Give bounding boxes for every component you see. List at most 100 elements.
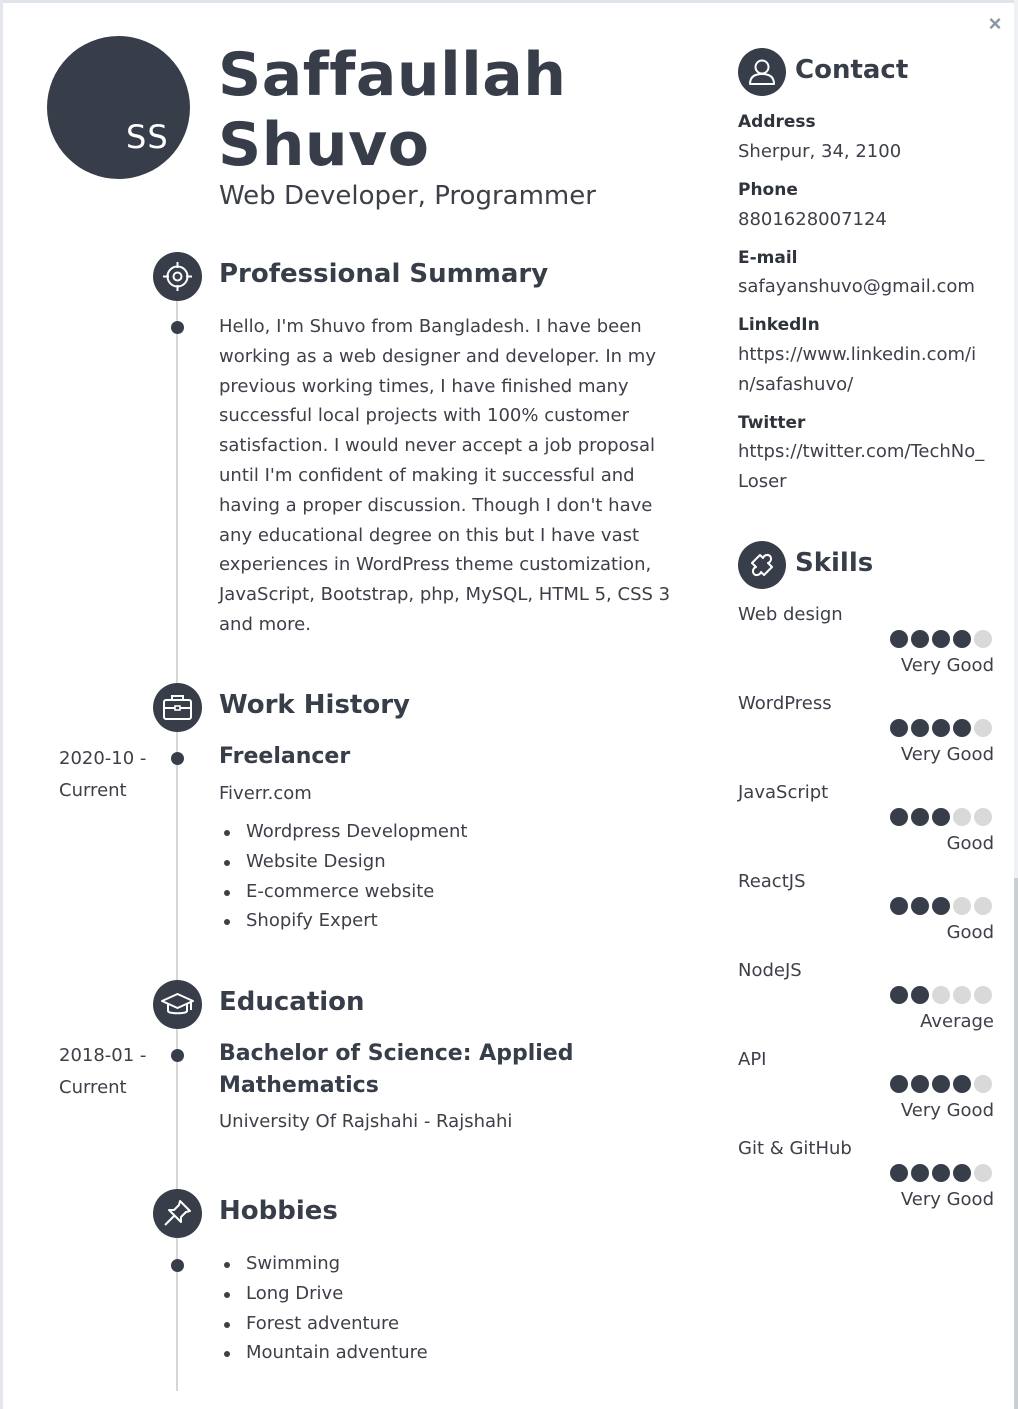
address-label: Address [738,112,816,132]
skill-rating [890,808,992,826]
rating-dot-filled [932,719,950,737]
rating-dot-empty [974,630,992,648]
rating-dot-filled [911,719,929,737]
skill-name: WordPress [738,693,832,714]
skill-item: Web design Very Good [738,604,994,684]
rating-dot-empty [953,808,971,826]
list-item: Wordpress Development [220,817,467,847]
rating-dot-filled [953,1075,971,1093]
timeline-dot [171,1259,184,1272]
skill-item: ReactJS Good [738,871,994,951]
timeline-dot [171,1049,184,1062]
rating-dot-filled [890,1075,908,1093]
resume-modal: × SS Saffaullah Shuvo Web Developer, Pro… [0,0,1018,1409]
graduation-cap-icon [153,980,202,1029]
skill-level: Very Good [900,1189,994,1210]
avatar-initials: SS [126,118,169,156]
list-item: Shopify Expert [220,906,467,936]
avatar [47,36,190,179]
rating-dot-filled [932,630,950,648]
section-title-contact: Contact [795,55,909,85]
skill-level: Very Good [900,744,994,765]
work-bullet-list: Wordpress Development Website Design E-c… [220,817,467,936]
skill-level: Very Good [900,1100,994,1121]
rating-dot-filled [911,1164,929,1182]
section-title-work: Work History [219,690,410,720]
rating-dot-empty [974,1164,992,1182]
twitter-value: https://twitter.com/TechNo_Loser [738,441,985,492]
work-company: Fiverr.com [219,783,312,804]
twitter-label: Twitter [738,413,806,433]
list-item: Mountain adventure [220,1338,428,1368]
rating-dot-empty [974,719,992,737]
address-value: Sherpur, 34, 2100 [738,141,902,162]
rating-dot-filled [932,1075,950,1093]
email-label: E-mail [738,248,798,268]
education-degree-line1: Bachelor of Science: Applied [219,1041,574,1066]
section-title-education: Education [219,987,365,1017]
user-icon [738,48,786,96]
rating-dot-empty [974,986,992,1004]
pushpin-icon [153,1189,202,1238]
rating-dot-empty [974,808,992,826]
skill-level: Good [946,922,994,943]
rating-dot-filled [890,630,908,648]
skill-level: Good [946,833,994,854]
skill-rating [890,630,992,648]
rating-dot-empty [974,1075,992,1093]
education-date-start: 2018-01 - [59,1045,147,1066]
skill-level: Very Good [900,655,994,676]
rating-dot-filled [932,808,950,826]
list-item: Swimming [220,1249,428,1279]
rating-dot-empty [932,986,950,1004]
rating-dot-filled [932,1164,950,1182]
job-title: Web Developer, Programmer [219,181,596,211]
target-icon [153,252,202,301]
skill-item: API Very Good [738,1049,994,1129]
list-item: Forest adventure [220,1309,428,1339]
rating-dot-filled [890,897,908,915]
rating-dot-filled [911,986,929,1004]
education-date-end: Current [59,1077,127,1098]
skill-rating [890,1075,992,1093]
close-icon[interactable]: × [984,12,1006,36]
rating-dot-filled [890,1164,908,1182]
list-item: Website Design [220,847,467,877]
education-degree-line2: Mathematics [219,1073,379,1098]
skill-name: ReactJS [738,871,806,892]
list-item: Long Drive [220,1279,428,1309]
rating-dot-filled [911,808,929,826]
timeline-dot [171,321,184,334]
email-value: safayanshuvo@gmail.com [738,276,975,297]
timeline-dot [171,752,184,765]
modal-left-border [0,0,3,1409]
section-title-summary: Professional Summary [219,259,549,289]
skill-name: API [738,1049,767,1070]
first-name: Saffaullah [218,40,567,110]
puzzle-icon [738,541,786,589]
skill-name: NodeJS [738,960,802,981]
skill-name: JavaScript [738,782,829,803]
rating-dot-filled [953,1164,971,1182]
rating-dot-filled [911,630,929,648]
rating-dot-filled [953,719,971,737]
rating-dot-filled [890,986,908,1004]
scrollbar-thumb[interactable] [1014,878,1018,1409]
rating-dot-filled [890,719,908,737]
last-name: Shuvo [218,110,430,180]
skill-item: JavaScript Good [738,782,994,862]
phone-label: Phone [738,180,798,200]
rating-dot-filled [890,808,908,826]
skill-item: Git & GitHub Very Good [738,1138,994,1218]
summary-text: Hello, I'm Shuvo from Bangladesh. I have… [219,316,671,635]
skill-rating [890,719,992,737]
linkedin-label: LinkedIn [738,315,820,335]
skill-item: NodeJS Average [738,960,994,1040]
skill-item: WordPress Very Good [738,693,994,773]
briefcase-icon [153,683,202,732]
rating-dot-empty [953,986,971,1004]
section-title-hobbies: Hobbies [219,1196,338,1226]
work-position: Freelancer [219,744,351,769]
skill-rating [890,1164,992,1182]
work-date-end: Current [59,780,127,801]
